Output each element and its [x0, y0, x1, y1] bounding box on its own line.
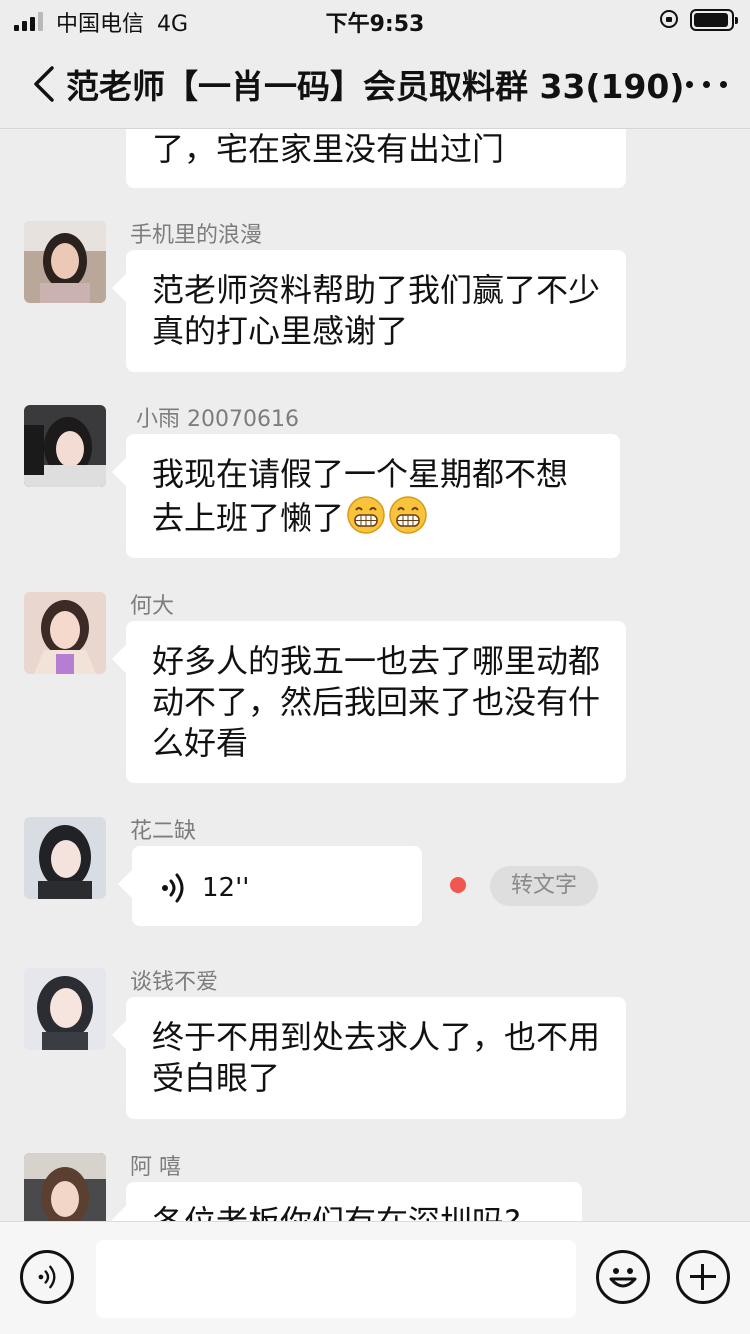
message-bubble[interactable]: 各位老板你们有在深圳吗?: [126, 1182, 582, 1221]
sender-name: 小雨 20070616: [136, 407, 299, 432]
transcribe-button[interactable]: 转文字: [490, 866, 598, 906]
status-time: 下午9:53: [325, 12, 425, 37]
smiley-face-icon: [609, 1268, 637, 1288]
message-input[interactable]: [96, 1240, 576, 1318]
sender-name: 谈钱不爱: [130, 970, 219, 995]
voice-wave-icon: [162, 873, 184, 903]
message-bubble[interactable]: 范老师资料帮助了我们赢了不少真的打心里感谢了: [126, 250, 626, 372]
voice-input-toggle[interactable]: [20, 1250, 74, 1304]
voice-duration: 12'': [202, 873, 250, 903]
chat-message-list[interactable]: 了，宅在家里没有出过门 手机里的浪漫 范老师资料帮助了我们赢了不少真的打心里感谢…: [0, 129, 750, 1221]
message-bubble[interactable]: 终于不用到处去求人了，也不用受白眼了: [126, 997, 626, 1119]
grin-emoji-icon: [389, 496, 427, 534]
message-bubble[interactable]: 了，宅在家里没有出过门: [126, 129, 626, 188]
status-bar: 中国电信 4G 下午9:53: [0, 0, 750, 40]
message-text: 终于不用到处去求人了，也不用受白眼了: [152, 1018, 601, 1097]
message-bubble[interactable]: 我现在请假了一个星期都不想去上班了懒了: [126, 434, 620, 558]
unread-indicator: [450, 877, 466, 893]
emoji-button[interactable]: [596, 1250, 650, 1304]
avatar[interactable]: [24, 817, 106, 899]
sender-name: 何大: [130, 594, 175, 619]
rotation-lock-icon: [660, 10, 678, 28]
avatar[interactable]: [24, 968, 106, 1050]
message-bubble[interactable]: 好多人的我五一也去了哪里动都动不了，然后我回来了也没有什么好看: [126, 621, 626, 783]
more-options-icon[interactable]: [684, 78, 730, 90]
sender-name: 手机里的浪漫: [130, 223, 263, 248]
chat-title: 范老师【一肖一码】会员取料群 33(190): [66, 67, 685, 106]
sender-name: 阿 嘻: [130, 1155, 181, 1180]
avatar[interactable]: [24, 1153, 106, 1221]
message-text: 好多人的我五一也去了哪里动都动不了，然后我回来了也没有什么好看: [152, 642, 601, 762]
avatar[interactable]: [24, 592, 106, 674]
grin-emoji-icon: [347, 496, 385, 534]
voice-message-bubble[interactable]: 12'': [132, 846, 422, 926]
message-text: 范老师资料帮助了我们赢了不少真的打心里感谢了: [152, 271, 601, 350]
nav-bar: 范老师【一肖一码】会员取料群 33(190): [0, 40, 750, 128]
message-text: 各位老板你们有在深圳吗?: [152, 1203, 521, 1221]
message-text: 了，宅在家里没有出过门: [152, 130, 505, 168]
input-bar: [0, 1221, 750, 1334]
plus-button[interactable]: [676, 1250, 730, 1304]
avatar[interactable]: [24, 221, 106, 303]
sender-name: 花二缺: [130, 819, 197, 844]
avatar[interactable]: [24, 405, 106, 487]
voice-wave-icon: [38, 1265, 56, 1289]
back-chevron-icon[interactable]: [26, 62, 66, 106]
battery-icon: [690, 9, 738, 31]
